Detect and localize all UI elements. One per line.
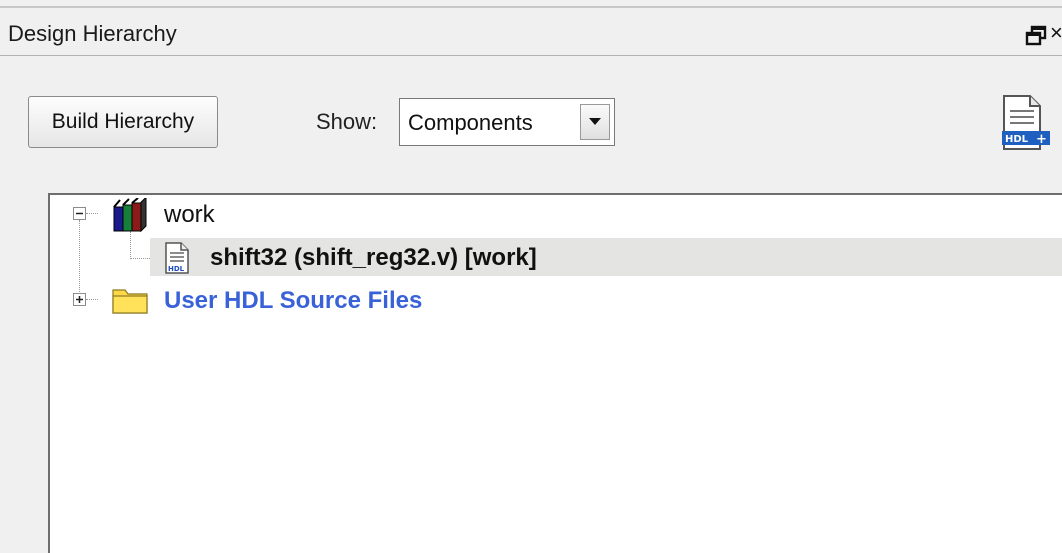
- show-label: Show:: [316, 109, 378, 134]
- hdl-file-icon: HDL: [165, 242, 189, 274]
- tree-connector: [86, 213, 98, 214]
- collapse-toggle[interactable]: [73, 207, 86, 220]
- tree-connector: [130, 258, 150, 259]
- top-border: [0, 6, 1062, 8]
- tree-item-work[interactable]: work: [164, 201, 215, 229]
- title-separator: [0, 55, 1062, 56]
- plus-icon: [76, 296, 83, 303]
- show-select[interactable]: Components: [399, 98, 615, 146]
- tree-item-shift32[interactable]: shift32 (shift_reg32.v) [work]: [210, 244, 537, 272]
- build-hierarchy-button[interactable]: Build Hierarchy: [28, 96, 218, 148]
- tree-connector: [130, 231, 131, 259]
- svg-text:HDL: HDL: [1005, 134, 1029, 145]
- minus-icon: [76, 212, 83, 215]
- show-select-value: Components: [408, 110, 533, 135]
- new-hdl-file-icon[interactable]: HDL +: [998, 93, 1054, 153]
- library-books-icon: [113, 198, 147, 232]
- folder-icon: [112, 289, 148, 314]
- tree-connector: [86, 299, 98, 300]
- tree-item-user-hdl-source-files[interactable]: User HDL Source Files: [164, 287, 422, 315]
- expand-toggle[interactable]: [73, 293, 86, 306]
- restore-window-icon[interactable]: [1024, 24, 1048, 48]
- panel-title: Design Hierarchy: [8, 21, 177, 46]
- svg-text:+: +: [1036, 132, 1047, 147]
- svg-text:HDL: HDL: [168, 265, 185, 273]
- show-dropdown-button[interactable]: [580, 104, 610, 140]
- panel-titlebar: Design Hierarchy ×: [0, 10, 1062, 54]
- close-icon[interactable]: ×: [1050, 20, 1062, 46]
- chevron-down-icon: [589, 118, 601, 125]
- tree-connector: [79, 220, 80, 300]
- hierarchy-tree[interactable]: work HDL shift32 (shift_reg32.v) [work] …: [48, 193, 1062, 553]
